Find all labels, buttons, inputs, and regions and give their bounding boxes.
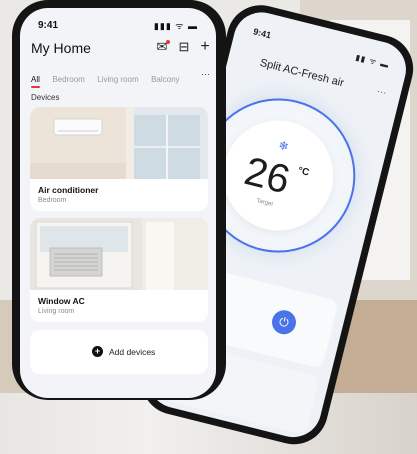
add-devices-label: Add devices [109, 347, 156, 357]
device-room: Living room [38, 308, 75, 315]
scan-icon[interactable]: ⊟ [176, 39, 192, 55]
plus-icon[interactable]: + [197, 39, 213, 55]
tabs-more-icon[interactable]: ··· [201, 69, 210, 79]
add-devices-button[interactable]: + Add devices [30, 330, 208, 374]
page-title[interactable]: My Home [31, 40, 91, 56]
device-card-window-ac[interactable]: Window AC Living room [30, 218, 208, 322]
snowflake-icon: ❄ [277, 137, 291, 154]
plus-circle-icon: + [92, 346, 103, 357]
device-name: Air conditioner [38, 185, 99, 195]
section-title: Devices [31, 93, 60, 102]
status-time: 9:41 [38, 20, 59, 31]
wall-split-ac-photo [30, 107, 208, 179]
mail-icon[interactable]: ✉ [154, 39, 170, 55]
device-title: Split AC-Fresh air [258, 56, 346, 90]
temperature-unit: °C [296, 165, 311, 179]
temperature-value: 26 [240, 149, 295, 203]
more-icon[interactable]: ··· [375, 86, 387, 99]
status-icons: ▮▮▮ ᯤ ▬ [153, 21, 198, 31]
status-bar: 9:41 ▮▮▮ ᯤ ▬ [20, 8, 216, 34]
device-name: Window AC [38, 296, 85, 306]
device-card-air-conditioner[interactable]: Air conditioner Bedroom [30, 107, 208, 211]
window-ac-photo [30, 218, 208, 290]
device-room: Bedroom [38, 197, 67, 204]
status-icons: ▮▮ ᯤ ▬ [354, 52, 391, 70]
status-time: 9:41 [252, 26, 273, 41]
tab-living-room[interactable]: Living room [97, 75, 138, 84]
tab-bedroom[interactable]: Bedroom [52, 75, 84, 84]
room-tabs: All Bedroom Living room Balcony [31, 69, 216, 88]
dial-center: ❄ 26 °C Target [211, 108, 345, 243]
home-screen: 9:41 ▮▮▮ ᯤ ▬ My Home ✉ ⊟ + All Bedroom L… [20, 8, 216, 398]
tab-balcony[interactable]: Balcony [151, 75, 179, 84]
tab-all[interactable]: All [31, 75, 40, 88]
